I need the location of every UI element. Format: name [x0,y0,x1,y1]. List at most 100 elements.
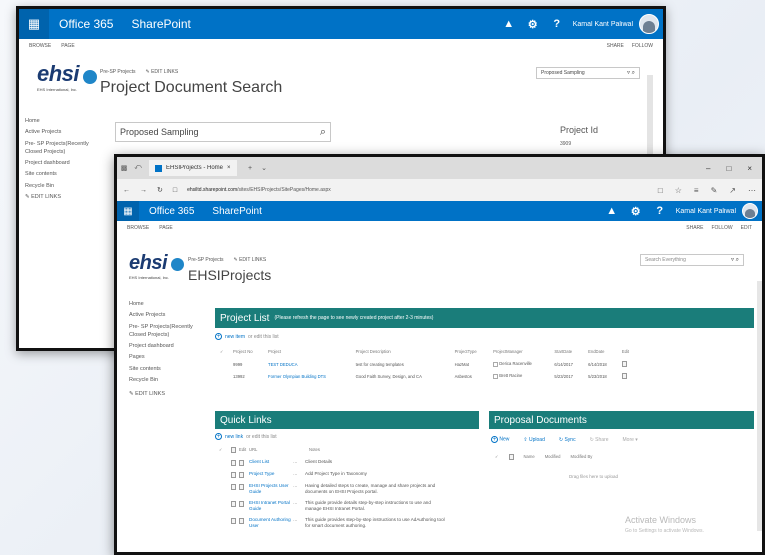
item-menu-icon[interactable]: … [293,517,305,522]
app-launcher-icon[interactable]: ▦ [19,9,49,39]
topnav-pre-sp-projects[interactable]: Pre-SP Projects [100,69,135,75]
quick-link[interactable]: EHSI Intranet Portal Guide [249,500,293,512]
item-menu-icon[interactable]: … [293,459,305,464]
leftnav-pre-sp-projects[interactable]: Pre- SP Projects(Recently Closed Project… [25,140,101,157]
edit-item-icon[interactable] [239,460,244,466]
leftnav-pages[interactable]: Pages [129,353,207,361]
follow-button[interactable]: FOLLOW [711,225,732,231]
more-button[interactable]: More ▾ [623,437,638,443]
ribbon-tab-browse[interactable]: BROWSE [29,43,51,49]
upload-button[interactable]: ⇧ Upload [523,437,544,443]
edit-item-icon[interactable] [239,500,244,507]
browser-tab-home[interactable]: EHSIProjects - Home × [149,160,237,176]
new-document-button[interactable]: + New [491,436,509,443]
close-window-icon[interactable]: × [747,164,752,173]
refresh-icon[interactable]: ↻ [157,186,163,194]
leftnav-home[interactable]: Home [129,300,207,308]
item-menu-icon[interactable]: … [293,483,305,488]
app-launcher-icon[interactable]: ▦ [117,201,139,221]
forward-arrow-icon[interactable]: → [140,187,147,194]
settings-gear-icon[interactable]: ⚙ [521,18,545,31]
item-menu-icon[interactable]: … [293,471,305,476]
site-search-input[interactable]: Proposed Sampling ▿ ⌕ [536,67,640,79]
leftnav-edit-links[interactable]: ✎ EDIT LINKS [25,193,101,201]
ribbon-tab-browse[interactable]: BROWSE [127,225,149,231]
office-365-link[interactable]: Office 365 [149,206,194,217]
project-search-input[interactable]: Proposed Sampling ⌕ [115,122,331,142]
share-documents-button[interactable]: ↻ Share [590,437,609,443]
edit-page-button[interactable]: EDIT [741,225,752,231]
table-row[interactable]: 9999 TEST DEDUCA test for creating templ… [217,358,637,370]
list-item[interactable]: EHSI Projects User Guide … Having detail… [231,483,445,495]
sync-button[interactable]: ↻ Sync [559,437,576,443]
list-item[interactable]: Document Authoring User … This guide pro… [231,517,445,529]
list-item[interactable]: Project Type … Add Project Type in Taxon… [231,471,445,478]
leftnav-recycle-bin[interactable]: Recycle Bin [25,182,101,190]
quick-link[interactable]: EHSI Projects User Guide [249,483,293,495]
edit-item-icon[interactable] [239,517,244,524]
share-button[interactable]: SHARE [607,43,624,49]
project-list-new-item[interactable]: + new item or edit this list [215,333,279,340]
edit-item-icon[interactable] [239,484,244,490]
column-header[interactable]: EndDate [585,349,619,358]
new-tab-button[interactable]: + [243,165,257,172]
topnav-pre-sp-projects[interactable]: Pre-SP Projects [188,257,223,263]
minimize-icon[interactable]: – [706,164,710,173]
project-link[interactable]: Former Olympian Building DTS [265,370,353,382]
list-item[interactable]: Client List … Client Details [231,459,445,466]
favorite-star-icon[interactable]: ☆ [675,186,682,195]
help-icon[interactable]: ? [545,18,569,30]
leftnav-recycle-bin[interactable]: Recycle Bin [129,376,207,384]
edit-item-icon[interactable] [239,472,244,478]
column-header[interactable]: Project No [230,349,265,358]
leftnav-active-projects[interactable]: Active Projects [129,311,207,319]
help-icon[interactable]: ? [648,205,672,217]
pen-note-icon[interactable]: ✎ [711,186,718,195]
column-header[interactable]: StartDate [551,349,585,358]
ribbon-tab-page[interactable]: PAGE [61,43,75,49]
search-icon[interactable]: ⌕ [320,126,326,139]
column-header[interactable]: ProjectManager [490,349,551,358]
user-name[interactable]: Kamal Kant Paliwal [573,21,633,28]
search-icon[interactable]: ▿ ⌕ [627,69,635,77]
settings-gear-icon[interactable]: ⚙ [624,205,648,218]
reading-view-icon[interactable]: □ [658,186,663,195]
sharepoint-link[interactable]: SharePoint [212,206,261,217]
quick-link[interactable]: Document Authoring User [249,517,293,529]
leftnav-active-projects[interactable]: Active Projects [25,128,101,136]
leftnav-pre-sp-projects[interactable]: Pre- SP Projects(Recently Closed Project… [129,323,207,340]
table-row[interactable]: 13992 Former Olympian Building DTS Good … [217,370,637,382]
tab-preview-icon[interactable]: ▩ [117,164,131,172]
list-item[interactable]: EHSI Intranet Portal Guide … This guide … [231,500,445,512]
share-icon[interactable]: ↗ [729,186,736,195]
site-search-input[interactable]: Search Everything ▿ ⌕ [640,254,744,266]
column-header[interactable]: Edit [619,349,637,358]
column-header[interactable]: ProjectType [452,349,491,358]
user-avatar[interactable] [742,203,758,219]
column-header[interactable]: Project [265,349,353,358]
notification-bell-icon[interactable]: ▲ [600,205,624,217]
follow-button[interactable]: FOLLOW [632,43,653,49]
edit-item-icon[interactable] [619,370,637,382]
tab-back-icon[interactable]: ⤺ [131,164,145,172]
more-icon[interactable]: ⋯ [748,186,756,195]
search-icon[interactable]: ▿ ⌕ [731,256,739,264]
back-arrow-icon[interactable]: ← [123,187,130,194]
sharepoint-link[interactable]: SharePoint [131,17,190,31]
notification-bell-icon[interactable]: ▲ [497,18,521,30]
quick-link[interactable]: Client List [249,459,293,465]
scrollbar[interactable] [757,281,762,531]
site-logo[interactable]: ehsi EHS International, Inc. [129,252,185,280]
quick-link[interactable]: Project Type [249,471,293,477]
leftnav-site-contents[interactable]: Site contents [129,365,207,373]
office-365-link[interactable]: Office 365 [59,17,113,31]
edit-links-button[interactable]: ✎ EDIT LINKS [233,257,266,263]
tab-close-icon[interactable]: × [227,165,231,171]
hub-icon[interactable]: ≡ [694,186,699,195]
leftnav-edit-links[interactable]: ✎ EDIT LINKS [129,390,207,398]
item-menu-icon[interactable]: … [293,500,305,505]
edit-links-button[interactable]: ✎ EDIT LINKS [145,69,178,75]
maximize-icon[interactable]: □ [726,164,731,173]
edit-item-icon[interactable] [619,358,637,370]
leftnav-site-contents[interactable]: Site contents [25,170,101,178]
